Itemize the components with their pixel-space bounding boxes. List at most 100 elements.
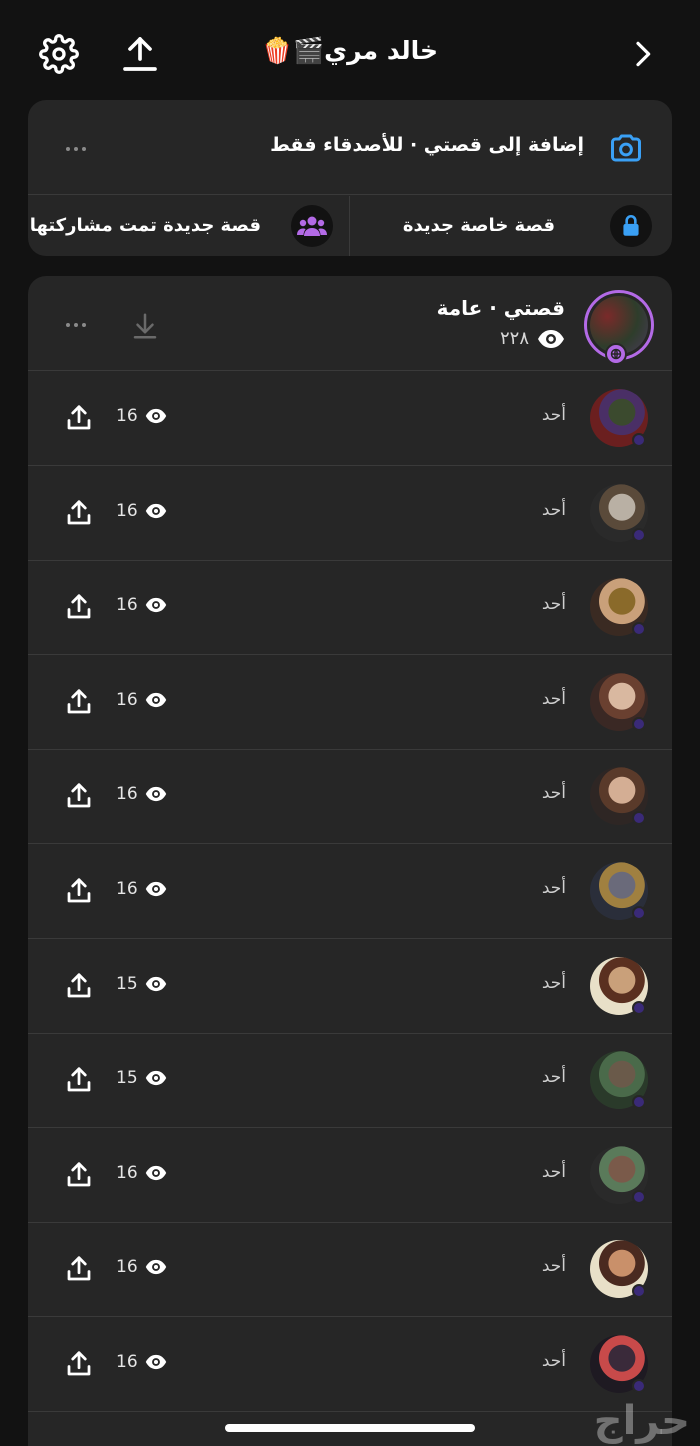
snap-row[interactable]: أحد 16 [28, 466, 672, 561]
more-icon[interactable] [62, 320, 92, 330]
snap-row[interactable]: أحد 16 [28, 371, 672, 466]
snap-views: 16 [116, 1352, 167, 1372]
snap-row[interactable]: أحد 16 [28, 1222, 672, 1318]
snap-row[interactable]: أحد 16 [28, 1317, 672, 1412]
back-button[interactable] [620, 32, 664, 76]
snap-views: 15 [116, 974, 167, 994]
chevron-right-icon [636, 41, 651, 67]
snap-day: أحد [541, 783, 566, 804]
snap-day: أحد [541, 878, 566, 898]
snap-day: أحد [541, 499, 566, 520]
friends-badge-icon [632, 716, 646, 731]
eye-icon [145, 503, 166, 518]
snap-views-count: 16 [116, 784, 138, 805]
globe-icon [605, 343, 627, 365]
snap-views: 16 [116, 501, 167, 521]
snap-day: أحد [541, 1351, 566, 1371]
story-views: ٢٢٨ [500, 328, 565, 349]
snap-views-count: 16 [116, 1257, 138, 1278]
snap-views: 16 [116, 1163, 167, 1183]
watermark: حراج [593, 1398, 690, 1444]
eye-icon [145, 598, 166, 613]
add-story-card: إضافة إلى قصتي · للأصدقاء فقط قصة خاصة ج… [28, 100, 672, 256]
my-story-screen: خالد مري🎬🍿 إضافة إلى قصتي · للأصدقاء فقط [0, 0, 700, 1446]
snap-row[interactable]: أحد 16 [28, 655, 672, 750]
snap-row[interactable]: أحد 15 [28, 939, 672, 1034]
top-bar: خالد مري🎬🍿 [0, 0, 700, 100]
share-snap-icon[interactable] [64, 1349, 94, 1379]
home-indicator [225, 1424, 475, 1432]
snap-views-count: 15 [116, 1068, 138, 1089]
gear-icon [39, 34, 79, 74]
friends-badge-icon [632, 527, 646, 542]
share-snap-icon[interactable] [64, 781, 94, 811]
add-to-story-row[interactable]: إضافة إلى قصتي · للأصدقاء فقط [28, 100, 672, 195]
snap-day: أحد [541, 1067, 566, 1088]
snap-views-count: 16 [116, 406, 138, 426]
share-snap-icon[interactable] [64, 592, 94, 622]
snap-views-count: 16 [116, 879, 138, 899]
snap-row[interactable]: أحد 16 [28, 844, 672, 939]
snap-views-count: 15 [116, 973, 138, 994]
snap-views: 16 [116, 784, 167, 804]
share-snap-icon[interactable] [64, 1065, 94, 1095]
more-icon[interactable] [62, 144, 92, 154]
snap-views-count: 16 [116, 1162, 138, 1183]
snap-views-count: 16 [116, 595, 138, 616]
snap-day: أحد [541, 1161, 566, 1182]
group-icon [291, 205, 333, 247]
snap-views: 16 [116, 1257, 167, 1277]
story-views-count: ٢٢٨ [499, 328, 529, 349]
friends-badge-icon [632, 1000, 646, 1015]
my-story-card: قصتي · عامة ٢٢٨ أحد 16 أحد 16 أحد 16 أحد 16 أحد 1… [28, 276, 672, 1446]
snap-views: 16 [116, 879, 167, 899]
eye-icon [145, 976, 166, 991]
share-snap-icon[interactable] [64, 876, 94, 906]
camera-icon [611, 134, 641, 162]
my-story-header[interactable]: قصتي · عامة ٢٢٨ [28, 276, 672, 371]
snap-day: أحد [541, 688, 566, 709]
snap-views: 16 [116, 690, 167, 710]
snap-day: أحد [541, 1256, 566, 1277]
story-avatar[interactable] [584, 290, 654, 365]
share-snap-icon[interactable] [64, 971, 94, 1001]
new-shared-story-label: قصة جديدة تمت مشاركتها [29, 215, 261, 236]
eye-icon [145, 881, 166, 897]
snap-views-count: 16 [116, 500, 138, 521]
lock-icon [610, 205, 652, 247]
friends-badge-icon [632, 1379, 646, 1393]
snap-row[interactable]: أحد 16 [28, 749, 672, 845]
eye-icon [145, 408, 166, 424]
snap-row[interactable]: أحد 15 [28, 1033, 672, 1129]
story-title: قصتي · عامة [436, 296, 565, 320]
share-snap-icon[interactable] [64, 403, 94, 433]
friends-badge-icon [632, 1095, 646, 1110]
snap-row[interactable]: أحد 16 [28, 1128, 672, 1223]
settings-button[interactable] [37, 32, 81, 76]
friends-badge-icon [632, 433, 646, 447]
eye-icon [145, 1260, 166, 1275]
share-snap-icon[interactable] [64, 1254, 94, 1284]
download-icon[interactable] [130, 311, 160, 341]
share-snap-icon[interactable] [64, 1160, 94, 1190]
snap-views: 16 [116, 595, 167, 615]
share-snap-icon[interactable] [64, 687, 94, 717]
eye-icon [145, 787, 166, 802]
eye-icon [538, 329, 564, 348]
new-shared-story-button[interactable]: قصة جديدة تمت مشاركتها [28, 196, 350, 256]
friends-badge-icon [632, 1189, 646, 1204]
snap-day: أحد [541, 594, 566, 615]
new-private-story-label: قصة خاصة جديدة [402, 215, 555, 236]
friends-badge-icon [632, 906, 646, 920]
eye-icon [145, 692, 166, 707]
friends-badge-icon [632, 1284, 646, 1299]
eye-icon [145, 1165, 166, 1180]
snap-day: أحد [541, 972, 566, 993]
snap-day: أحد [541, 405, 566, 425]
snap-row[interactable]: أحد 16 [28, 560, 672, 656]
friends-badge-icon [632, 622, 646, 637]
new-private-story-button[interactable]: قصة خاصة جديدة [350, 196, 672, 256]
share-snap-icon[interactable] [64, 498, 94, 528]
snap-views-count: 16 [116, 689, 138, 710]
snap-views: 15 [116, 1068, 167, 1088]
